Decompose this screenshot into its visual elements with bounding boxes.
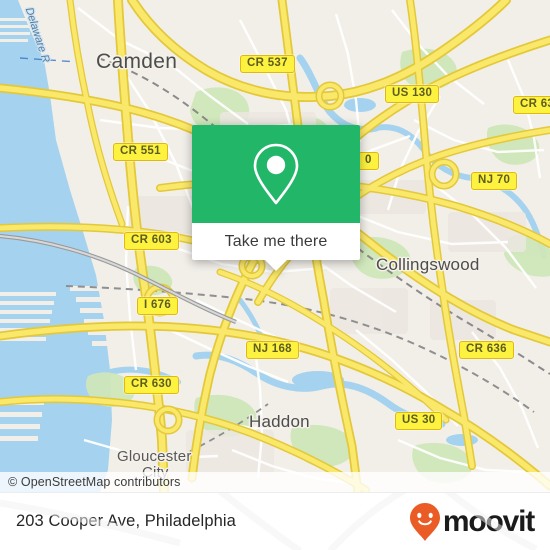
map-screenshot: Camden Collingswood Haddon Gloucester Ci… [0,0,550,550]
road-shield-us-30[interactable]: US 30 [395,412,443,430]
map-pin-icon [253,143,299,205]
road-shield-cr-537[interactable]: CR 537 [240,55,295,73]
road-shield-us-130[interactable]: US 130 [385,85,440,103]
road-shield-cr-551[interactable]: CR 551 [113,143,168,161]
map-canvas[interactable]: Camden Collingswood Haddon Gloucester Ci… [0,0,550,492]
osm-attribution-text[interactable]: © OpenStreetMap contributors [0,475,181,489]
road-shield-nj-70[interactable]: NJ 70 [471,172,518,190]
take-me-there-label: Take me there [224,232,328,250]
popup-footer[interactable]: Take me there [192,223,360,271]
address-title: 203 Cooper Ave, Philadelphia [16,512,236,530]
road-shield-cr-603[interactable]: CR 603 [124,232,179,250]
popup-header [192,125,360,223]
moovit-logo[interactable]: moovit [409,502,535,542]
popup-tail-pointer [265,260,287,271]
road-shield-i-676[interactable]: I 676 [137,297,179,315]
moovit-wordmark: moovit [442,504,535,538]
road-shield-partial-occluded[interactable]: 0 [358,152,379,170]
road-shield-cr-636-north[interactable]: CR 636 [513,96,550,114]
road-shield-cr-636-south[interactable]: CR 636 [459,341,514,359]
moovit-smiley-pin-icon [409,502,440,541]
road-shield-nj-168[interactable]: NJ 168 [246,341,299,359]
road-shield-cr-630[interactable]: CR 630 [124,376,179,394]
location-popup-card[interactable]: Take me there [192,125,360,271]
map-attribution-bar: © OpenStreetMap contributors [0,472,550,492]
footer-bar: 203 Cooper Ave, Philadelphia moovit [0,492,550,550]
